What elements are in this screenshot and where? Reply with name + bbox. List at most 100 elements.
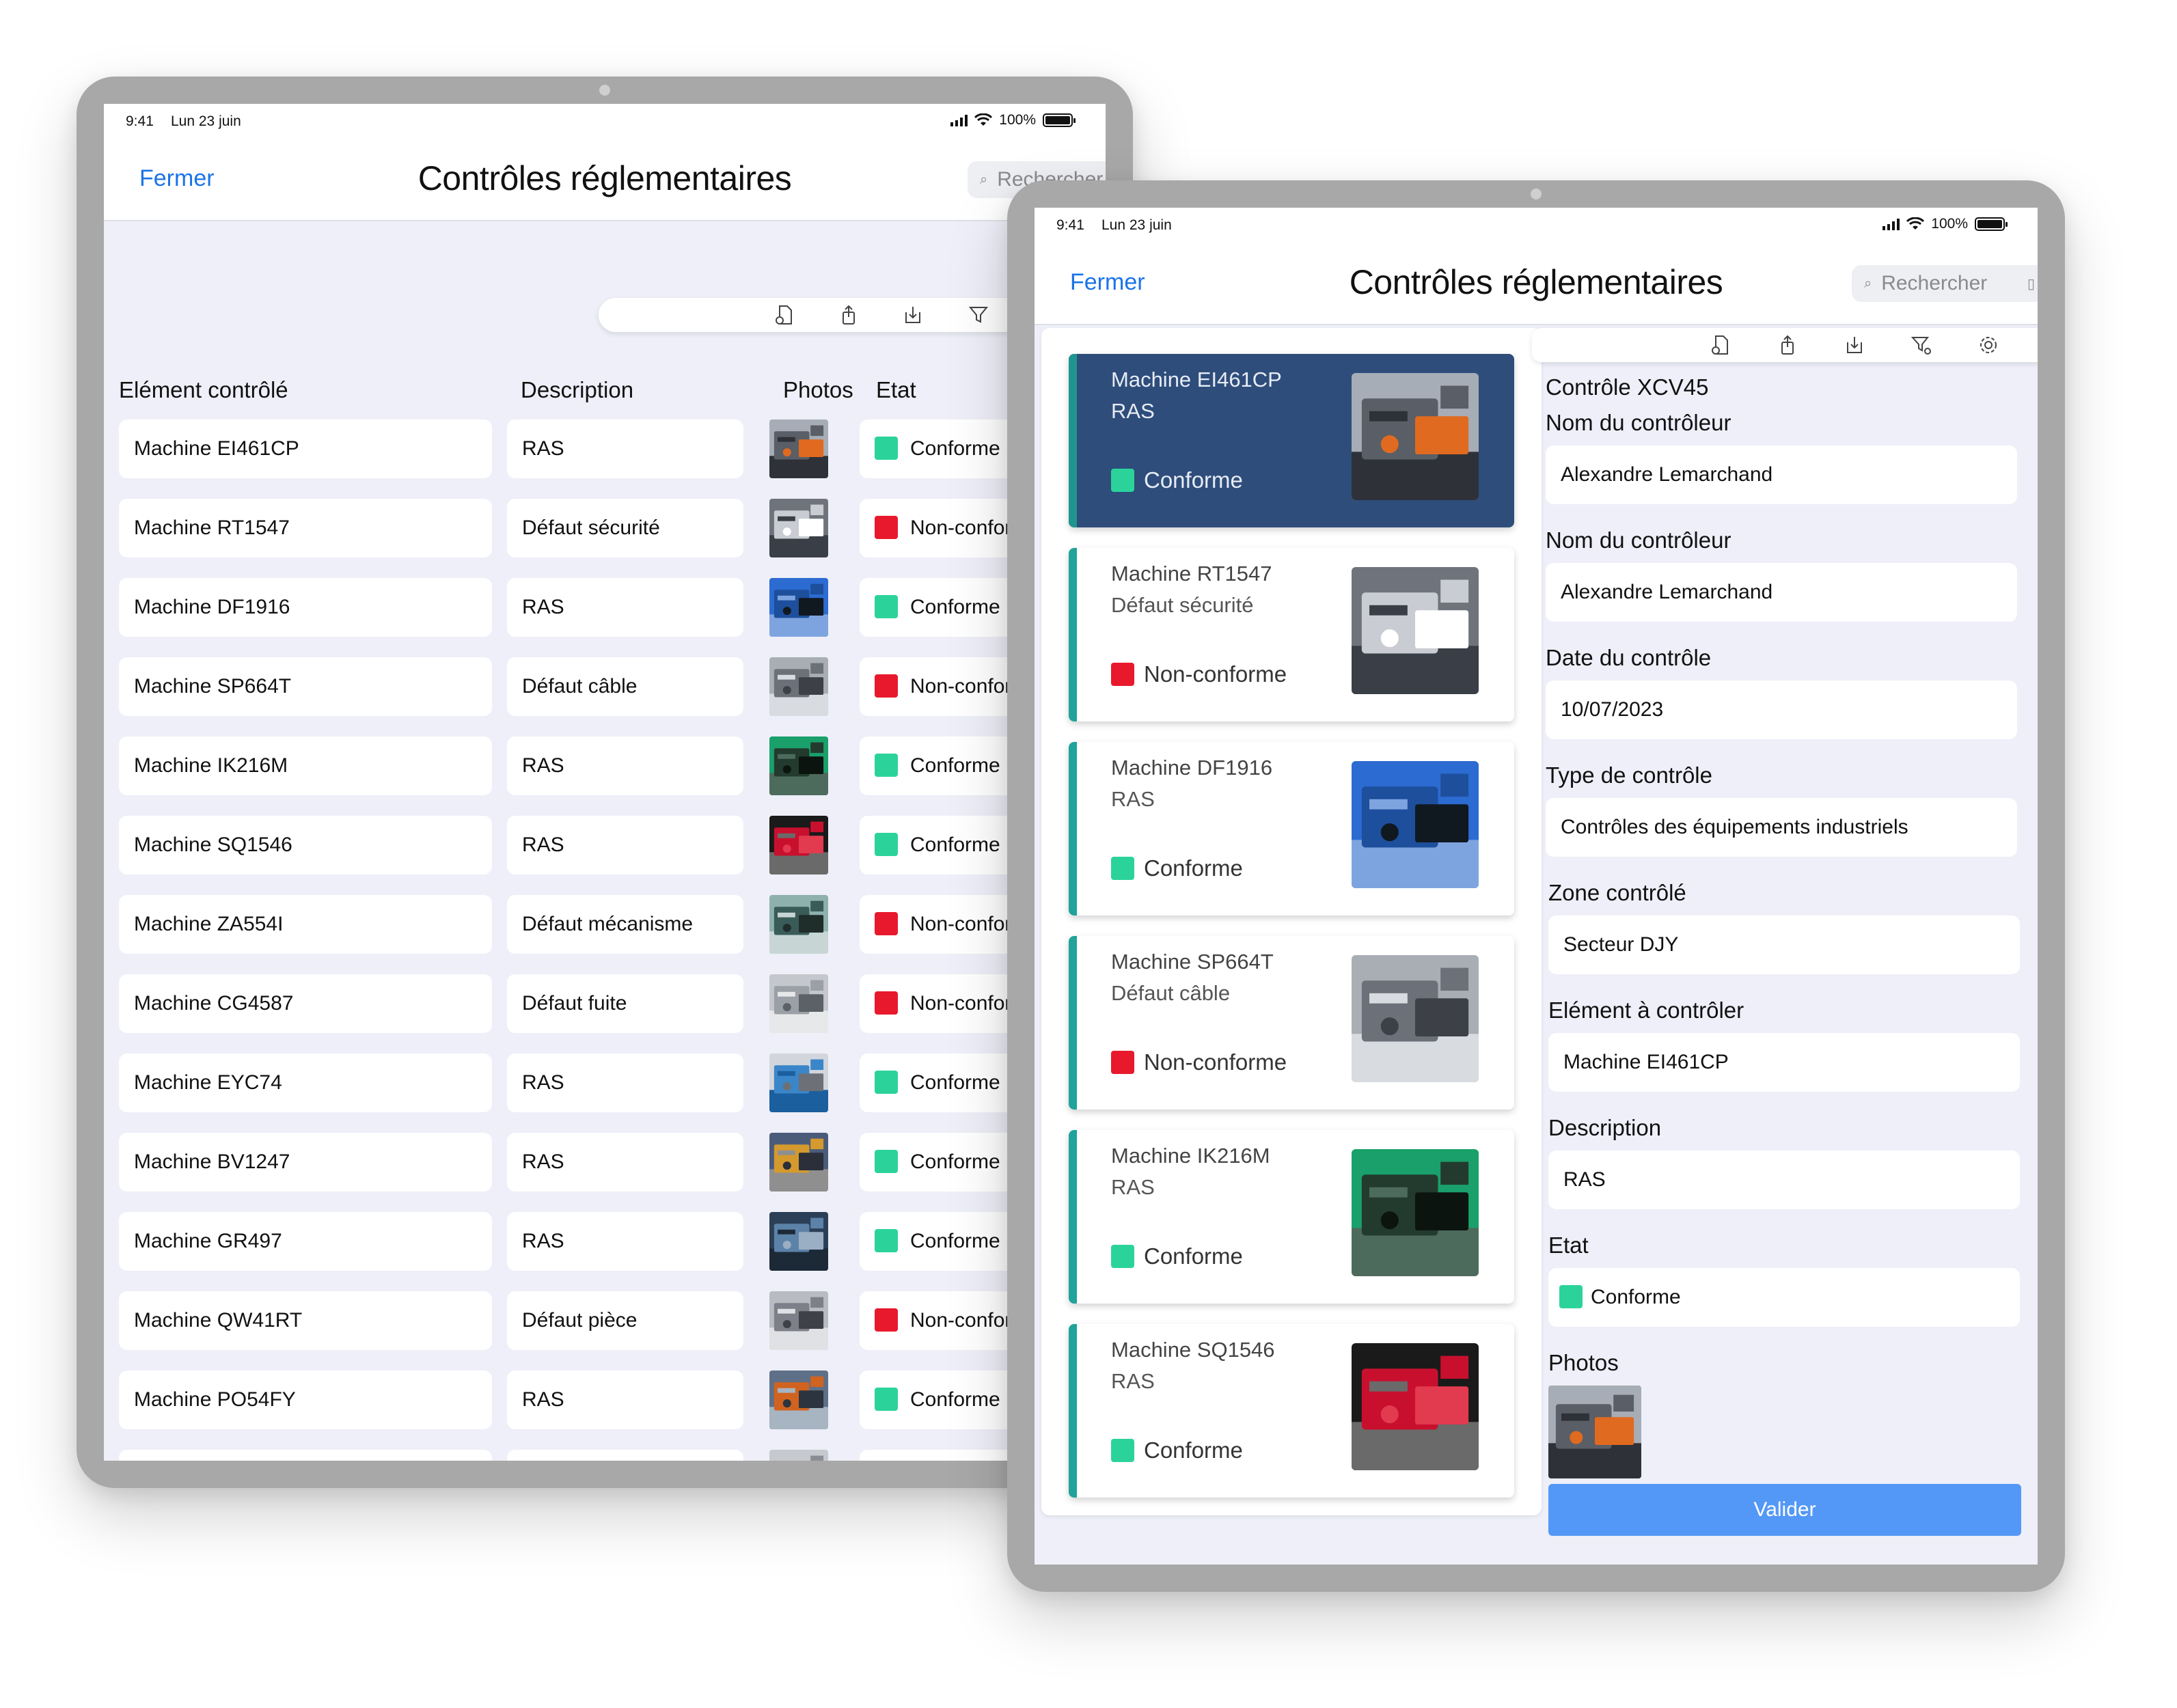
list-item[interactable]: Machine SQ1546 RAS Conforme [1069, 1324, 1514, 1498]
element-cell[interactable]: Machine RT1547 [119, 499, 492, 557]
description-cell[interactable]: RAS [507, 1133, 743, 1192]
status-time: 9:41 [1056, 217, 1084, 233]
toolbar [599, 298, 1022, 332]
download-icon[interactable] [1844, 334, 1865, 356]
search-input[interactable]: ⌕ Rechercher ▯ [1852, 265, 2038, 302]
machine-photo-thumbnail [1352, 567, 1479, 694]
share-icon[interactable] [838, 304, 860, 326]
element-cell[interactable]: Machine PO54FY [119, 1370, 492, 1429]
description-cell[interactable]: Défaut sécurité [507, 1450, 743, 1461]
machine-photo-thumbnail[interactable] [769, 1291, 828, 1350]
status-ok-square [875, 595, 898, 619]
machine-photo-thumbnail[interactable] [769, 1053, 828, 1112]
card-state: Conforme [1111, 467, 1243, 493]
machine-photo-thumbnail[interactable] [769, 657, 828, 716]
machine-photo-thumbnail[interactable] [769, 974, 828, 1033]
state-label: Conforme [910, 596, 1000, 618]
share-icon[interactable] [1777, 334, 1798, 356]
card-title: Machine SP664T [1111, 950, 1274, 974]
submit-button[interactable]: Valider [1548, 1484, 2021, 1536]
element-cell[interactable]: Machine QW41RT [119, 1291, 492, 1350]
list-item[interactable]: Machine RT1547 Défaut sécurité Non-conform… [1069, 548, 1514, 721]
download-icon[interactable] [902, 304, 924, 326]
element-cell[interactable]: Machine SP664T [119, 657, 492, 716]
machine-photo-thumbnail[interactable] [769, 578, 828, 637]
element-cell[interactable]: Machine CG4587 [119, 974, 492, 1033]
column-header-description: Description [521, 377, 634, 402]
element-cell[interactable]: Machine IK216M [119, 736, 492, 795]
card-state-label: Conforme [1144, 855, 1243, 881]
state-value: Conforme [1591, 1286, 1681, 1308]
settings-icon[interactable] [1977, 334, 1999, 356]
state-label: Conforme [910, 1388, 1000, 1411]
card-state: Conforme [1111, 855, 1243, 881]
state-label: Conforme [910, 754, 1000, 777]
element-cell[interactable]: Machine ZA554I [119, 895, 492, 954]
card-accent-bar [1069, 1324, 1077, 1498]
element-cell[interactable]: Machine EI461CP [119, 419, 492, 478]
control-type-field[interactable]: Contrôles des équipements industriels [1546, 798, 2017, 857]
description-cell[interactable]: RAS [507, 1370, 743, 1429]
status-nok-square [875, 912, 898, 936]
add-document-icon[interactable] [1710, 334, 1731, 356]
list-item[interactable]: Machine SP664T Défaut câble Non-conforme [1069, 936, 1514, 1110]
element-cell[interactable]: Machine SQ1546 [119, 816, 492, 874]
description-cell[interactable]: Défaut sécurité [507, 499, 743, 557]
cellular-signal-icon [1882, 218, 1900, 230]
element-cell[interactable]: Machine EYC74 [119, 1053, 492, 1112]
machine-photo-thumbnail[interactable] [769, 1450, 828, 1461]
microphone-icon[interactable]: ▯ [2027, 275, 2035, 292]
element-cell[interactable]: Machine GR497 [119, 1212, 492, 1271]
add-document-icon[interactable] [773, 304, 795, 326]
card-state-label: Conforme [1144, 467, 1243, 493]
description-cell[interactable]: RAS [507, 578, 743, 637]
description-field[interactable]: RAS [1548, 1151, 2020, 1209]
description-cell[interactable]: RAS [507, 1212, 743, 1271]
controller-name-field[interactable]: Alexandre Lemarchand [1546, 445, 2017, 504]
control-zone-label: Zone contrôlé [1548, 880, 1686, 905]
list-item-selected[interactable]: Machine EI461CP RAS Conforme [1069, 354, 1514, 527]
machine-photo-thumbnail[interactable] [769, 419, 828, 478]
machine-photo-thumbnail[interactable] [769, 816, 828, 874]
machine-photo-thumbnail[interactable] [769, 895, 828, 954]
filter-icon[interactable] [968, 304, 989, 326]
machine-photo-thumbnail[interactable] [769, 1370, 828, 1429]
card-state: Non-conforme [1111, 661, 1287, 687]
description-cell[interactable]: Défaut câble [507, 657, 743, 716]
machine-photo-thumbnail[interactable] [769, 499, 828, 557]
controlled-element-label: Elément à contrôler [1548, 997, 1744, 1023]
controller-name-2-field[interactable]: Alexandre Lemarchand [1546, 563, 2017, 622]
status-nok-square [875, 991, 898, 1015]
card-description: RAS [1111, 1369, 1155, 1393]
description-cell[interactable]: RAS [507, 816, 743, 874]
card-state-label: Non-conforme [1144, 661, 1287, 687]
state-field[interactable]: Conforme [1548, 1268, 2020, 1327]
description-cell[interactable]: Défaut pièce [507, 1291, 743, 1350]
machine-photo-thumbnail [1352, 1343, 1479, 1470]
column-header-element: Elément contrôlé [119, 377, 288, 402]
photo-attachment[interactable] [1548, 1386, 1641, 1478]
machine-photo-thumbnail[interactable] [769, 736, 828, 795]
control-zone-field[interactable]: Secteur DJY [1548, 915, 2020, 974]
element-cell[interactable]: Machine DF1916 [119, 578, 492, 637]
control-date-field[interactable]: 10/07/2023 [1546, 680, 2017, 739]
status-ok-square [1111, 1245, 1134, 1269]
machine-photo-thumbnail[interactable] [769, 1133, 828, 1192]
state-label: Conforme [910, 437, 1000, 460]
description-label: Description [1548, 1115, 1662, 1140]
filter-settings-icon[interactable] [1911, 334, 1932, 356]
element-cell[interactable]: Machine BV1247 [119, 1133, 492, 1192]
controlled-element-field[interactable]: Machine EI461CP [1548, 1033, 2020, 1092]
description-cell[interactable]: Défaut fuite [507, 974, 743, 1033]
list-item[interactable]: Machine IK216M RAS Conforme [1069, 1130, 1514, 1304]
description-cell[interactable]: Défaut mécanisme [507, 895, 743, 954]
machine-photo-thumbnail[interactable] [769, 1212, 828, 1271]
status-nok-square [1111, 1051, 1134, 1075]
nav-bar: Fermer Contrôles réglementaires ⌕ Recher… [104, 139, 1106, 221]
battery-percent: 100% [1931, 216, 1968, 232]
description-cell[interactable]: RAS [507, 736, 743, 795]
list-item[interactable]: Machine DF1916 RAS Conforme [1069, 742, 1514, 915]
description-cell[interactable]: RAS [507, 1053, 743, 1112]
description-cell[interactable]: RAS [507, 419, 743, 478]
element-cell[interactable]: Machine KI457Q [119, 1450, 492, 1461]
